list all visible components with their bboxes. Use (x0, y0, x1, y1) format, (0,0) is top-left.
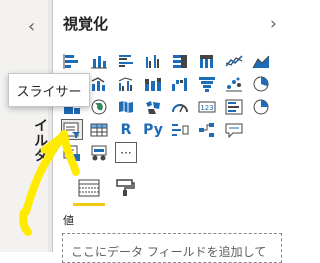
fields-grid-icon (78, 179, 100, 197)
filters-pane-title: イルター (32, 118, 48, 178)
r-script-visual-icon[interactable]: R (115, 119, 137, 140)
tab-format[interactable] (111, 175, 139, 201)
values-drop-field[interactable]: ここにデータ フィールドを追加して (62, 233, 282, 263)
clustered-column-chart-icon[interactable] (142, 50, 164, 71)
empty-cell (250, 119, 272, 140)
paint-roller-icon (116, 179, 135, 196)
collapse-visualizations-chevron-icon[interactable]: › (270, 14, 277, 34)
stacked-bar-chart-icon[interactable] (61, 50, 83, 71)
python-visual-icon[interactable]: Py (142, 119, 164, 140)
card-icon[interactable]: 123 (196, 96, 218, 117)
slicer-tooltip: スライサー (8, 73, 90, 107)
key-influencers-icon[interactable] (169, 119, 191, 140)
gauge-icon[interactable] (169, 96, 191, 117)
table-icon[interactable] (88, 119, 110, 140)
line-chart-icon[interactable] (223, 50, 245, 71)
filters-pane-collapsed[interactable]: ‹ イルター (0, 0, 51, 252)
shape-map-icon[interactable] (142, 96, 164, 117)
100-stacked-column-chart-icon[interactable] (196, 50, 218, 71)
ribbon-chart-icon[interactable] (142, 73, 164, 94)
active-tab-indicator (73, 203, 105, 206)
pane-tabs (73, 175, 193, 207)
scatter-chart-icon[interactable] (223, 73, 245, 94)
paginated-report-icon[interactable] (88, 142, 110, 163)
stacked-column-chart-icon[interactable] (88, 50, 110, 71)
smart-narrative-icon[interactable] (61, 142, 83, 163)
clustered-bar-chart-icon[interactable] (115, 50, 137, 71)
funnel-chart-icon[interactable] (196, 73, 218, 94)
tab-fields[interactable] (75, 175, 103, 201)
line-and-clustered-column-chart-icon[interactable] (115, 73, 137, 94)
qna-visual-icon[interactable] (223, 119, 245, 140)
filled-map-icon[interactable] (115, 96, 137, 117)
waterfall-chart-icon[interactable] (169, 73, 191, 94)
values-label: 値 (63, 214, 74, 227)
decomposition-tree-icon[interactable] (196, 119, 218, 140)
multi-row-card-icon[interactable] (223, 96, 245, 117)
pane-divider[interactable] (48, 0, 53, 252)
map-icon[interactable] (88, 96, 110, 117)
line-and-stacked-column-chart-icon[interactable] (88, 73, 110, 94)
area-chart-icon[interactable] (250, 50, 272, 71)
visualizations-pane: 視覚化 › 123 R Py ··· 値 ここにデータ フィールドを追加して (55, 0, 289, 263)
svg-text:123: 123 (200, 104, 213, 112)
slicer-icon[interactable] (61, 119, 83, 140)
visual-gallery: 123 R Py ··· (61, 50, 281, 165)
kpi-icon[interactable] (250, 96, 272, 117)
expand-filters-chevron-icon[interactable]: ‹ (28, 16, 35, 37)
get-more-visuals-button[interactable]: ··· (115, 142, 137, 163)
pie-chart-icon[interactable] (250, 73, 272, 94)
visualizations-title: 視覚化 (63, 15, 109, 33)
100-stacked-bar-chart-icon[interactable] (169, 50, 191, 71)
